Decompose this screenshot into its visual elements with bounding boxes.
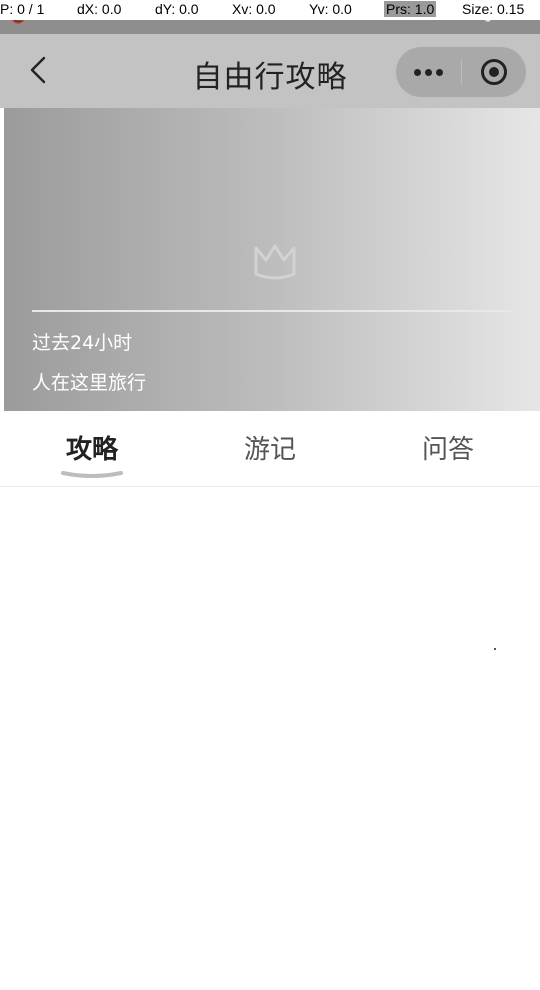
status-bar: 🔕 10:45 ▾ ▮ ▭ ϟ: [0, 8, 540, 34]
debug-pointer: P: 0 / 1: [0, 1, 45, 17]
tab-guides[interactable]: 攻略: [66, 429, 118, 466]
banner-caption-past-24h: 过去24小时: [32, 332, 133, 354]
close-button[interactable]: [462, 47, 527, 97]
banner-caption-travelers: 人在这里旅行: [32, 372, 147, 394]
pointer-debug-bar: P: 0 / 1 dX: 0.0 dY: 0.0 Xv: 0.0 Yv: 0.0…: [0, 0, 540, 20]
content-tabs: 攻略 游记 问答: [0, 411, 540, 487]
tab-travelogues[interactable]: 游记: [244, 429, 296, 466]
tab-content-area: [0, 488, 540, 990]
content-speck: [494, 648, 496, 650]
debug-xv: Xv: 0.0: [232, 1, 276, 17]
target-circle-icon: [480, 59, 507, 85]
screen: P: 0 / 1 dX: 0.0 dY: 0.0 Xv: 0.0 Yv: 0.0…: [0, 0, 540, 990]
tab-qa[interactable]: 问答: [422, 429, 474, 466]
navigation-bar: 自由行攻略: [0, 34, 540, 108]
debug-prs: Prs: 1.0: [384, 1, 437, 17]
debug-yv: Yv: 0.0: [309, 1, 352, 17]
debug-size: Size: 0.15: [462, 1, 525, 17]
more-button[interactable]: [396, 47, 461, 97]
mafengwo-logo-icon: [250, 238, 300, 282]
destination-banner[interactable]: 过去24小时 人在这里旅行: [4, 108, 540, 411]
banner-divider: [32, 310, 512, 312]
debug-dy: dY: 0.0: [155, 1, 199, 17]
debug-dx: dX: 0.0: [77, 1, 122, 17]
mini-program-capsule: [396, 47, 526, 97]
active-tab-underline: [60, 463, 124, 478]
more-dots-icon: [413, 68, 443, 76]
